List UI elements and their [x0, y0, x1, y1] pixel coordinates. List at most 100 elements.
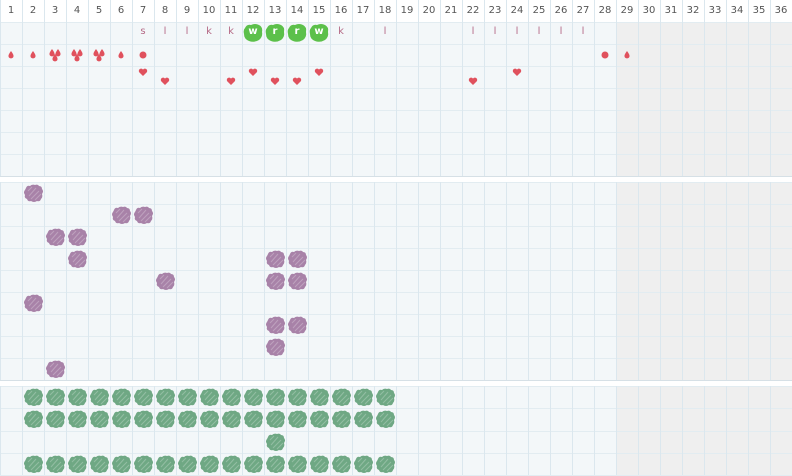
green-block[interactable]: [331, 454, 352, 475]
green-block[interactable]: [111, 409, 132, 430]
green-block[interactable]: [287, 387, 308, 408]
column-header: 14: [290, 5, 304, 16]
green-block[interactable]: [265, 432, 286, 453]
green-block[interactable]: [23, 409, 44, 430]
column-header: 19: [400, 5, 414, 16]
divider-line: [0, 176, 792, 177]
column-line: [748, 0, 749, 475]
green-block[interactable]: [199, 387, 220, 408]
green-block[interactable]: [199, 409, 220, 430]
purple-block[interactable]: [23, 183, 44, 204]
green-block[interactable]: [67, 409, 88, 430]
purple-block[interactable]: [287, 271, 308, 292]
green-block[interactable]: [353, 454, 374, 475]
purple-block[interactable]: [67, 249, 88, 270]
green-block[interactable]: [221, 387, 242, 408]
column-header: 36: [774, 5, 788, 16]
cell-letter[interactable]: s: [132, 26, 154, 37]
purple-block[interactable]: [287, 315, 308, 336]
heart-icon: [226, 77, 236, 85]
green-block[interactable]: [133, 387, 154, 408]
green-block[interactable]: [45, 387, 66, 408]
green-block[interactable]: [67, 387, 88, 408]
purple-block[interactable]: [265, 337, 286, 358]
green-block[interactable]: [177, 387, 198, 408]
green-block[interactable]: [89, 409, 110, 430]
green-block[interactable]: [111, 454, 132, 475]
column-header: 13: [268, 5, 282, 16]
green-block[interactable]: [177, 409, 198, 430]
green-block[interactable]: [309, 454, 330, 475]
purple-block[interactable]: [45, 359, 66, 380]
purple-block[interactable]: [155, 271, 176, 292]
cell-letter[interactable]: k: [198, 26, 220, 37]
green-block[interactable]: [375, 454, 396, 475]
green-block[interactable]: [287, 409, 308, 430]
heart-icon: [512, 68, 522, 76]
green-block[interactable]: [353, 409, 374, 430]
green-block[interactable]: [45, 454, 66, 475]
purple-block[interactable]: [265, 271, 286, 292]
purple-block[interactable]: [265, 249, 286, 270]
cell-letter[interactable]: l: [176, 26, 198, 37]
green-block[interactable]: [221, 409, 242, 430]
green-block[interactable]: [375, 409, 396, 430]
column-line: [440, 0, 441, 475]
purple-block[interactable]: [265, 315, 286, 336]
column-line: [726, 0, 727, 475]
cell-letter[interactable]: k: [220, 26, 242, 37]
green-block[interactable]: [23, 387, 44, 408]
green-block[interactable]: [265, 454, 286, 475]
green-block[interactable]: [133, 409, 154, 430]
column-header: 34: [730, 5, 744, 16]
cell-letter[interactable]: l: [374, 26, 396, 37]
purple-block[interactable]: [111, 205, 132, 226]
green-block[interactable]: [111, 387, 132, 408]
green-block[interactable]: [199, 454, 220, 475]
cell-letter[interactable]: l: [506, 26, 528, 37]
green-block[interactable]: [155, 409, 176, 430]
cell-letter[interactable]: l: [528, 26, 550, 37]
column-line: [638, 0, 639, 475]
cell-letter[interactable]: l: [154, 26, 176, 37]
green-block[interactable]: [353, 387, 374, 408]
green-block[interactable]: [331, 387, 352, 408]
cell-letter[interactable]: l: [462, 26, 484, 37]
green-block[interactable]: [243, 409, 264, 430]
purple-block[interactable]: [287, 249, 308, 270]
cell-letter[interactable]: l: [484, 26, 506, 37]
column-header: 28: [598, 5, 612, 16]
green-block[interactable]: [89, 454, 110, 475]
green-block[interactable]: [155, 454, 176, 475]
green-block[interactable]: [265, 409, 286, 430]
heart-icon: [248, 68, 258, 76]
cell-letter[interactable]: k: [330, 26, 352, 37]
green-block[interactable]: [375, 387, 396, 408]
green-block[interactable]: [265, 387, 286, 408]
green-block[interactable]: [309, 409, 330, 430]
column-line: [462, 0, 463, 475]
purple-block[interactable]: [45, 227, 66, 248]
green-block[interactable]: [287, 454, 308, 475]
green-block[interactable]: [221, 454, 242, 475]
purple-block[interactable]: [133, 205, 154, 226]
purple-block[interactable]: [67, 227, 88, 248]
cell-letter[interactable]: l: [572, 26, 594, 37]
green-block[interactable]: [23, 454, 44, 475]
green-block[interactable]: [155, 387, 176, 408]
heart-icon: [160, 77, 170, 85]
green-block[interactable]: [331, 409, 352, 430]
green-block[interactable]: [177, 454, 198, 475]
green-block[interactable]: [243, 454, 264, 475]
green-block[interactable]: [89, 387, 110, 408]
green-block[interactable]: [133, 454, 154, 475]
schedule-grid: 1 2 3 4 5 6 7 8 9 10 11 12 13 14 15 16 17 18 19 20 21 22 23 24 2…: [0, 0, 792, 476]
purple-block[interactable]: [23, 293, 44, 314]
green-block[interactable]: [309, 387, 330, 408]
green-block[interactable]: [243, 387, 264, 408]
cell-letter[interactable]: l: [550, 26, 572, 37]
green-block[interactable]: [67, 454, 88, 475]
column-header: 7: [139, 5, 147, 16]
heart-icon: [292, 77, 302, 85]
green-block[interactable]: [45, 409, 66, 430]
